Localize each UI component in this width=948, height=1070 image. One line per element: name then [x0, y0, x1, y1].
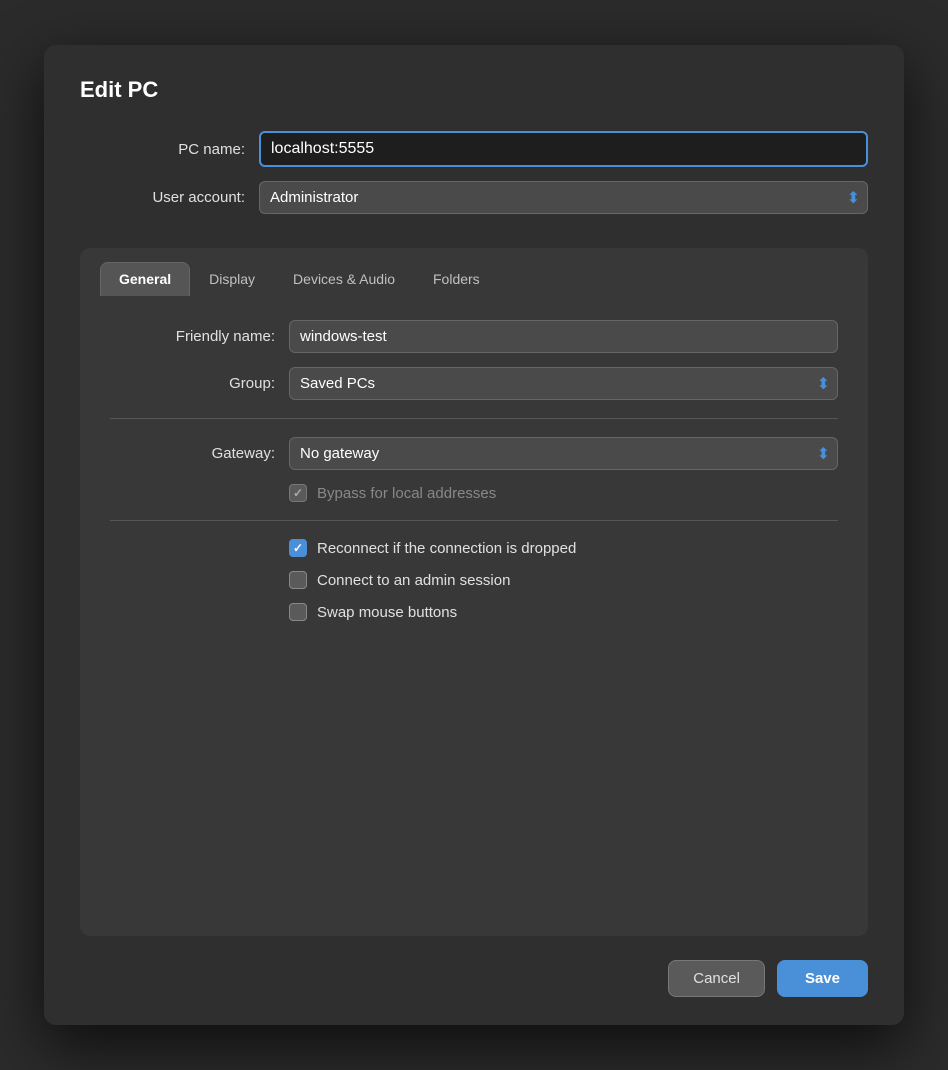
user-account-select[interactable]: Administrator Ask when required Add a us… [259, 181, 868, 214]
friendly-name-label: Friendly name: [110, 328, 275, 345]
general-tab-content: Friendly name: Group: Saved PCs No group… [80, 296, 868, 936]
tabs-panel: General Display Devices & Audio Folders … [80, 248, 868, 936]
checkboxes-section: Reconnect if the connection is dropped C… [110, 539, 838, 621]
user-account-row: User account: Administrator Ask when req… [80, 181, 868, 214]
reconnect-checkbox[interactable] [289, 539, 307, 557]
divider-1 [110, 418, 838, 419]
reconnect-label: Reconnect if the connection is dropped [317, 540, 576, 557]
gateway-select[interactable]: No gateway [289, 437, 838, 470]
dialog-footer: Cancel Save [80, 960, 868, 997]
bypass-label: Bypass for local addresses [317, 485, 496, 502]
swap-mouse-checkbox[interactable] [289, 603, 307, 621]
divider-2 [110, 520, 838, 521]
dialog-title: Edit PC [80, 77, 868, 103]
bypass-checkbox[interactable] [289, 484, 307, 502]
gateway-label: Gateway: [110, 445, 275, 462]
gateway-select-wrapper: No gateway ⬍ [289, 437, 838, 470]
swap-mouse-label: Swap mouse buttons [317, 604, 457, 621]
group-row: Group: Saved PCs No group ⬍ [110, 367, 838, 400]
group-label: Group: [110, 375, 275, 392]
tab-devices-audio[interactable]: Devices & Audio [274, 262, 414, 296]
pc-name-input[interactable] [259, 131, 868, 167]
user-account-select-wrapper: Administrator Ask when required Add a us… [259, 181, 868, 214]
cancel-button[interactable]: Cancel [668, 960, 765, 997]
tab-general[interactable]: General [100, 262, 190, 296]
gateway-row: Gateway: No gateway ⬍ [110, 437, 838, 470]
pc-name-label: PC name: [80, 141, 245, 158]
save-button[interactable]: Save [777, 960, 868, 997]
swap-mouse-row: Swap mouse buttons [289, 603, 838, 621]
user-account-label: User account: [80, 189, 245, 206]
group-select[interactable]: Saved PCs No group [289, 367, 838, 400]
tabs-bar: General Display Devices & Audio Folders [80, 248, 868, 296]
group-select-wrapper: Saved PCs No group ⬍ [289, 367, 838, 400]
admin-session-label: Connect to an admin session [317, 572, 510, 589]
admin-session-checkbox[interactable] [289, 571, 307, 589]
friendly-name-input[interactable] [289, 320, 838, 353]
friendly-name-row: Friendly name: [110, 320, 838, 353]
reconnect-row: Reconnect if the connection is dropped [289, 539, 838, 557]
bypass-row: Bypass for local addresses [110, 484, 838, 502]
edit-pc-dialog: Edit PC PC name: User account: Administr… [44, 45, 904, 1025]
pc-name-row: PC name: [80, 131, 868, 167]
tab-display[interactable]: Display [190, 262, 274, 296]
admin-session-row: Connect to an admin session [289, 571, 838, 589]
tab-folders[interactable]: Folders [414, 262, 499, 296]
